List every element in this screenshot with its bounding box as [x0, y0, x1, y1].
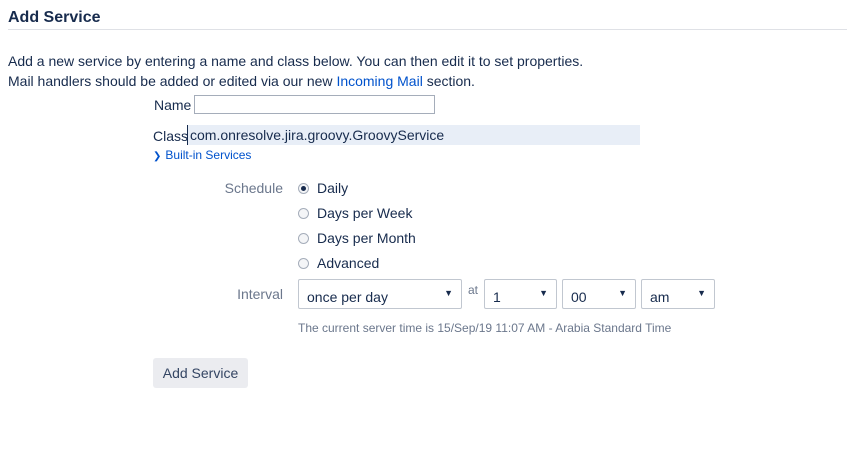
minute-value: 00	[571, 289, 587, 305]
description-line-2: Mail handlers should be added or edited …	[8, 73, 475, 89]
radio-icon	[298, 232, 309, 244]
server-time-hint: The current server time is 15/Sep/19 11:…	[298, 321, 672, 335]
ampm-select[interactable]: am ▼	[641, 279, 715, 309]
name-input[interactable]	[194, 95, 435, 114]
builtin-services-label: Built-in Services	[165, 148, 252, 162]
schedule-option-days-per-month[interactable]: Days per Month	[298, 228, 416, 248]
schedule-option-label: Days per Week	[317, 205, 413, 221]
description-line-1: Add a new service by entering a name and…	[8, 53, 584, 69]
interval-select[interactable]: once per day ▼	[298, 279, 462, 309]
schedule-option-daily[interactable]: Daily	[298, 178, 348, 198]
schedule-option-label: Daily	[317, 180, 349, 196]
chevron-down-icon: ▼	[444, 288, 453, 298]
radio-icon	[298, 207, 309, 219]
minute-select[interactable]: 00 ▼	[562, 279, 636, 309]
description-suffix: section.	[422, 73, 475, 89]
interval-value: once per day	[307, 289, 388, 305]
add-service-button[interactable]: Add Service	[153, 358, 248, 388]
title-divider	[8, 29, 847, 30]
page-title: Add Service	[8, 9, 101, 26]
class-input[interactable]	[187, 125, 640, 145]
hour-value: 1	[493, 289, 501, 305]
radio-checked-icon	[298, 182, 309, 194]
ampm-value: am	[650, 289, 670, 305]
chevron-down-icon: ▼	[697, 288, 706, 298]
chevron-right-icon: ❯	[153, 151, 162, 162]
description-prefix: Mail handlers should be added or edited …	[8, 73, 337, 89]
radio-icon	[298, 257, 309, 269]
schedule-option-label: Days per Month	[317, 230, 416, 246]
hour-select[interactable]: 1 ▼	[484, 279, 557, 309]
schedule-label: Schedule	[224, 180, 283, 196]
schedule-option-days-per-week[interactable]: Days per Week	[298, 203, 412, 223]
schedule-option-label: Advanced	[317, 255, 380, 271]
chevron-down-icon: ▼	[539, 288, 548, 298]
chevron-down-icon: ▼	[618, 288, 627, 298]
schedule-option-advanced[interactable]: Advanced	[298, 253, 379, 273]
incoming-mail-link[interactable]: Incoming Mail	[336, 73, 422, 89]
builtin-services-toggle[interactable]: ❯ Built-in Services	[153, 148, 251, 162]
at-label: at	[468, 283, 479, 297]
class-label: Class	[153, 128, 189, 144]
interval-label: Interval	[237, 286, 283, 302]
name-label: Name	[154, 97, 192, 113]
